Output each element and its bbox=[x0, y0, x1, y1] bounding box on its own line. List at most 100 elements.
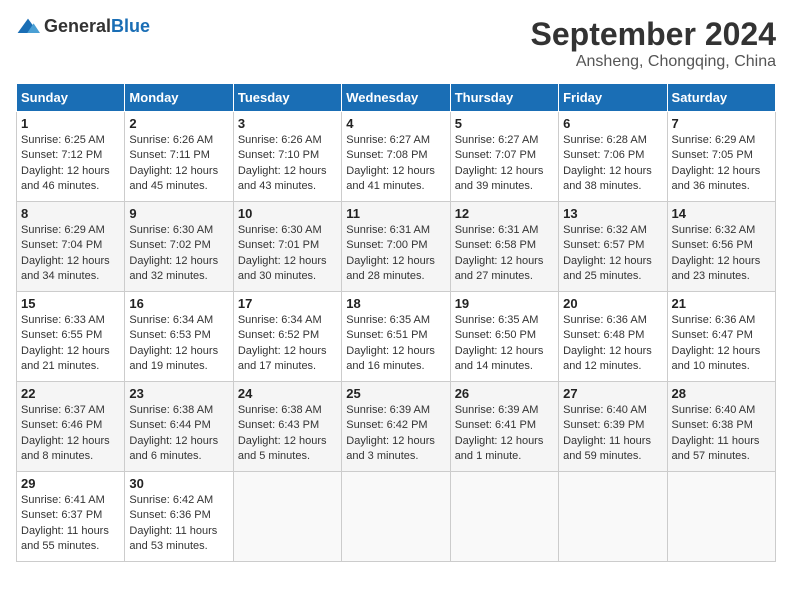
day-info: Sunrise: 6:35 AM Sunset: 6:50 PM Dayligh… bbox=[455, 313, 554, 375]
calendar-cell: 21 Sunrise: 6:36 AM Sunset: 6:47 PM Dayl… bbox=[667, 292, 775, 382]
day-number: 16 bbox=[129, 296, 228, 311]
calendar-cell: 7 Sunrise: 6:29 AM Sunset: 7:05 PM Dayli… bbox=[667, 112, 775, 202]
sunrise-label: Sunrise: 6:39 AM bbox=[455, 404, 539, 416]
calendar-header-wednesday: Wednesday bbox=[342, 84, 450, 112]
calendar-cell: 4 Sunrise: 6:27 AM Sunset: 7:08 PM Dayli… bbox=[342, 112, 450, 202]
sunset-label: Sunset: 6:44 PM bbox=[129, 419, 210, 431]
day-info: Sunrise: 6:27 AM Sunset: 7:07 PM Dayligh… bbox=[455, 133, 554, 195]
sunset-label: Sunset: 7:08 PM bbox=[346, 149, 427, 161]
day-info: Sunrise: 6:36 AM Sunset: 6:47 PM Dayligh… bbox=[672, 313, 771, 375]
logo-text: GeneralBlue bbox=[44, 16, 150, 37]
day-number: 2 bbox=[129, 116, 228, 131]
daylight-label: Daylight: 12 hours and 28 minutes. bbox=[346, 255, 435, 282]
sunrise-label: Sunrise: 6:35 AM bbox=[346, 314, 430, 326]
sunset-label: Sunset: 6:53 PM bbox=[129, 329, 210, 341]
sunset-label: Sunset: 7:01 PM bbox=[238, 239, 319, 251]
calendar-cell: 27 Sunrise: 6:40 AM Sunset: 6:39 PM Dayl… bbox=[559, 382, 667, 472]
day-info: Sunrise: 6:32 AM Sunset: 6:57 PM Dayligh… bbox=[563, 223, 662, 285]
daylight-label: Daylight: 12 hours and 23 minutes. bbox=[672, 255, 761, 282]
day-number: 12 bbox=[455, 206, 554, 221]
calendar-header-row: SundayMondayTuesdayWednesdayThursdayFrid… bbox=[17, 84, 776, 112]
day-number: 30 bbox=[129, 476, 228, 491]
daylight-label: Daylight: 11 hours and 57 minutes. bbox=[672, 435, 760, 462]
sunset-label: Sunset: 6:56 PM bbox=[672, 239, 753, 251]
calendar-header-friday: Friday bbox=[559, 84, 667, 112]
daylight-label: Daylight: 12 hours and 25 minutes. bbox=[563, 255, 652, 282]
sunrise-label: Sunrise: 6:35 AM bbox=[455, 314, 539, 326]
calendar-cell: 1 Sunrise: 6:25 AM Sunset: 7:12 PM Dayli… bbox=[17, 112, 125, 202]
sunset-label: Sunset: 6:51 PM bbox=[346, 329, 427, 341]
calendar-header-saturday: Saturday bbox=[667, 84, 775, 112]
day-number: 8 bbox=[21, 206, 120, 221]
calendar-cell: 29 Sunrise: 6:41 AM Sunset: 6:37 PM Dayl… bbox=[17, 472, 125, 562]
sunset-label: Sunset: 7:00 PM bbox=[346, 239, 427, 251]
day-info: Sunrise: 6:38 AM Sunset: 6:43 PM Dayligh… bbox=[238, 403, 337, 465]
daylight-label: Daylight: 12 hours and 6 minutes. bbox=[129, 435, 218, 462]
calendar-header-thursday: Thursday bbox=[450, 84, 558, 112]
daylight-label: Daylight: 12 hours and 8 minutes. bbox=[21, 435, 110, 462]
calendar-cell: 23 Sunrise: 6:38 AM Sunset: 6:44 PM Dayl… bbox=[125, 382, 233, 472]
daylight-label: Daylight: 11 hours and 55 minutes. bbox=[21, 525, 109, 552]
day-info: Sunrise: 6:42 AM Sunset: 6:36 PM Dayligh… bbox=[129, 493, 228, 555]
sunset-label: Sunset: 6:46 PM bbox=[21, 419, 102, 431]
day-info: Sunrise: 6:38 AM Sunset: 6:44 PM Dayligh… bbox=[129, 403, 228, 465]
day-info: Sunrise: 6:35 AM Sunset: 6:51 PM Dayligh… bbox=[346, 313, 445, 375]
sunrise-label: Sunrise: 6:36 AM bbox=[672, 314, 756, 326]
day-number: 7 bbox=[672, 116, 771, 131]
day-info: Sunrise: 6:26 AM Sunset: 7:10 PM Dayligh… bbox=[238, 133, 337, 195]
calendar-cell: 2 Sunrise: 6:26 AM Sunset: 7:11 PM Dayli… bbox=[125, 112, 233, 202]
day-number: 23 bbox=[129, 386, 228, 401]
daylight-label: Daylight: 12 hours and 39 minutes. bbox=[455, 165, 544, 192]
sunrise-label: Sunrise: 6:27 AM bbox=[346, 134, 430, 146]
day-number: 17 bbox=[238, 296, 337, 311]
sunrise-label: Sunrise: 6:29 AM bbox=[672, 134, 756, 146]
day-number: 27 bbox=[563, 386, 662, 401]
location-title: Ansheng, Chongqing, China bbox=[531, 53, 776, 71]
sunset-label: Sunset: 7:04 PM bbox=[21, 239, 102, 251]
sunrise-label: Sunrise: 6:27 AM bbox=[455, 134, 539, 146]
day-info: Sunrise: 6:39 AM Sunset: 6:41 PM Dayligh… bbox=[455, 403, 554, 465]
calendar-cell: 15 Sunrise: 6:33 AM Sunset: 6:55 PM Dayl… bbox=[17, 292, 125, 382]
sunrise-label: Sunrise: 6:33 AM bbox=[21, 314, 105, 326]
calendar-cell: 22 Sunrise: 6:37 AM Sunset: 6:46 PM Dayl… bbox=[17, 382, 125, 472]
sunset-label: Sunset: 6:50 PM bbox=[455, 329, 536, 341]
day-info: Sunrise: 6:29 AM Sunset: 7:04 PM Dayligh… bbox=[21, 223, 120, 285]
sunrise-label: Sunrise: 6:34 AM bbox=[129, 314, 213, 326]
day-number: 20 bbox=[563, 296, 662, 311]
sunrise-label: Sunrise: 6:37 AM bbox=[21, 404, 105, 416]
day-info: Sunrise: 6:29 AM Sunset: 7:05 PM Dayligh… bbox=[672, 133, 771, 195]
day-info: Sunrise: 6:32 AM Sunset: 6:56 PM Dayligh… bbox=[672, 223, 771, 285]
day-info: Sunrise: 6:34 AM Sunset: 6:52 PM Dayligh… bbox=[238, 313, 337, 375]
sunrise-label: Sunrise: 6:36 AM bbox=[563, 314, 647, 326]
day-number: 13 bbox=[563, 206, 662, 221]
sunrise-label: Sunrise: 6:40 AM bbox=[672, 404, 756, 416]
day-number: 22 bbox=[21, 386, 120, 401]
logo: GeneralBlue bbox=[16, 16, 150, 37]
sunset-label: Sunset: 6:58 PM bbox=[455, 239, 536, 251]
day-info: Sunrise: 6:37 AM Sunset: 6:46 PM Dayligh… bbox=[21, 403, 120, 465]
calendar-cell: 9 Sunrise: 6:30 AM Sunset: 7:02 PM Dayli… bbox=[125, 202, 233, 292]
sunrise-label: Sunrise: 6:31 AM bbox=[346, 224, 430, 236]
calendar-cell: 25 Sunrise: 6:39 AM Sunset: 6:42 PM Dayl… bbox=[342, 382, 450, 472]
calendar-cell: 18 Sunrise: 6:35 AM Sunset: 6:51 PM Dayl… bbox=[342, 292, 450, 382]
day-info: Sunrise: 6:30 AM Sunset: 7:01 PM Dayligh… bbox=[238, 223, 337, 285]
calendar-table: SundayMondayTuesdayWednesdayThursdayFrid… bbox=[16, 83, 776, 562]
calendar-cell: 24 Sunrise: 6:38 AM Sunset: 6:43 PM Dayl… bbox=[233, 382, 341, 472]
day-info: Sunrise: 6:34 AM Sunset: 6:53 PM Dayligh… bbox=[129, 313, 228, 375]
sunset-label: Sunset: 7:12 PM bbox=[21, 149, 102, 161]
sunset-label: Sunset: 6:42 PM bbox=[346, 419, 427, 431]
day-number: 10 bbox=[238, 206, 337, 221]
day-info: Sunrise: 6:31 AM Sunset: 7:00 PM Dayligh… bbox=[346, 223, 445, 285]
page-header: GeneralBlue September 2024 Ansheng, Chon… bbox=[16, 16, 776, 71]
day-info: Sunrise: 6:27 AM Sunset: 7:08 PM Dayligh… bbox=[346, 133, 445, 195]
daylight-label: Daylight: 12 hours and 43 minutes. bbox=[238, 165, 327, 192]
calendar-cell bbox=[450, 472, 558, 562]
calendar-cell: 20 Sunrise: 6:36 AM Sunset: 6:48 PM Dayl… bbox=[559, 292, 667, 382]
calendar-cell bbox=[667, 472, 775, 562]
daylight-label: Daylight: 12 hours and 14 minutes. bbox=[455, 345, 544, 372]
sunrise-label: Sunrise: 6:30 AM bbox=[238, 224, 322, 236]
day-number: 4 bbox=[346, 116, 445, 131]
sunset-label: Sunset: 6:47 PM bbox=[672, 329, 753, 341]
daylight-label: Daylight: 12 hours and 45 minutes. bbox=[129, 165, 218, 192]
sunrise-label: Sunrise: 6:41 AM bbox=[21, 494, 105, 506]
